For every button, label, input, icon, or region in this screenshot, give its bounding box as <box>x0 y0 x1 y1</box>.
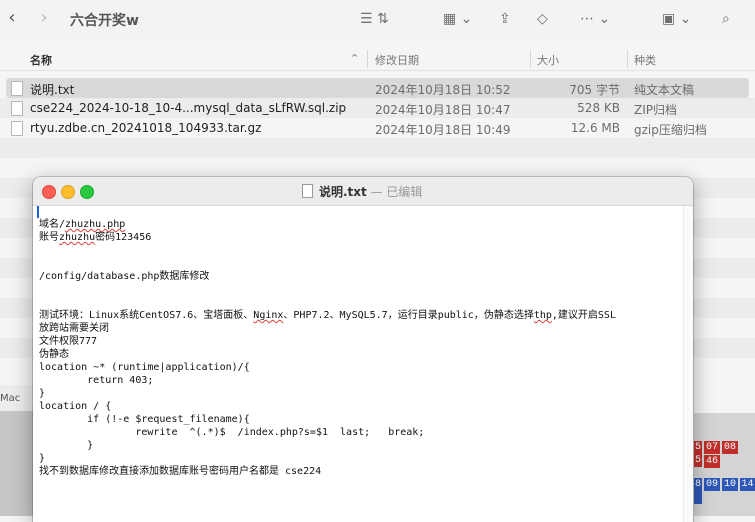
minimize-button[interactable] <box>61 185 75 199</box>
calendar-cell: 08 <box>722 441 738 454</box>
calendar-cell: 09 <box>704 478 720 491</box>
file-name: cse224_2024-10-18_10-4...mysql_data_sLfR… <box>30 101 347 115</box>
zip-file-icon <box>11 101 23 116</box>
file-row[interactable]: 说明.txt 2024年10月18日 10:52 705 字节 纯文本文稿 <box>6 78 749 98</box>
file-date: 2024年10月18日 10:47 <box>375 103 511 117</box>
column-size[interactable]: 大小 <box>537 52 559 68</box>
file-size: 12.6 MB <box>570 121 620 135</box>
column-date[interactable]: 修改日期 <box>375 52 419 68</box>
editor-text-area[interactable]: 域名/zhuzhu.php 账号zhuzhu密码123456 /config/d… <box>33 206 693 522</box>
archive-file-icon <box>11 121 23 136</box>
editor-scrollbar[interactable] <box>683 206 693 522</box>
close-button[interactable] <box>42 185 56 199</box>
text-caret <box>37 206 39 218</box>
empty-row <box>0 138 755 158</box>
file-size: 528 KB <box>577 101 620 115</box>
file-kind: ZIP归档 <box>634 103 677 117</box>
calendar-cell: 46 <box>704 455 720 468</box>
background-window <box>0 411 35 516</box>
editor-title-bar[interactable]: 说明.txt — 已编辑 <box>33 177 693 206</box>
file-row[interactable]: rtyu.zdbe.cn_20241018_104933.tar.gz 2024… <box>0 118 755 138</box>
forward-icon[interactable]: › <box>36 8 52 28</box>
document-icon <box>302 184 313 198</box>
storage-icon[interactable]: ▣ ⌄ <box>662 9 691 29</box>
tag-icon[interactable]: ◇ <box>537 9 548 29</box>
textedit-window: 说明.txt — 已编辑 域名/zhuzhu.php 账号zhuzhu密码123… <box>33 177 693 522</box>
finder-toolbar: ‹ › 六合开奖w ☰ ⇅ ▦ ⌄ ⇪ ◇ ⋯ ⌄ ▣ ⌄ ⌕ <box>0 0 755 38</box>
calendar-cell: 10 <box>722 478 738 491</box>
background-window-label: Mac <box>0 393 21 404</box>
file-size: 705 字节 <box>569 83 620 97</box>
file-kind: 纯文本文稿 <box>634 83 695 97</box>
background-window-tab[interactable]: Mac <box>0 385 35 411</box>
calendar-cell: 07 <box>704 441 720 454</box>
grid-view-icon[interactable]: ▦ ⌄ <box>443 9 472 29</box>
file-list: 说明.txt 2024年10月18日 10:52 705 字节 纯文本文稿 cs… <box>0 78 755 138</box>
column-name[interactable]: 名称 <box>30 52 52 68</box>
file-date: 2024年10月18日 10:49 <box>375 123 511 137</box>
column-header-bar: 名称 ⌃ 修改日期 大小 种类 <box>0 48 755 71</box>
file-name: rtyu.zdbe.cn_20241018_104933.tar.gz <box>30 121 262 135</box>
calendar-cell: 55 <box>694 441 702 467</box>
file-date: 2024年10月18日 10:52 <box>375 83 511 97</box>
calendar-cell: 14 <box>740 478 755 491</box>
back-icon[interactable]: ‹ <box>4 8 20 28</box>
zoom-button[interactable] <box>80 185 94 199</box>
document-text[interactable]: 域名/zhuzhu.php 账号zhuzhu密码123456 /config/d… <box>39 218 687 478</box>
file-kind: gzip压缩归档 <box>634 123 707 137</box>
more-icon[interactable]: ⋯ ⌄ <box>580 9 610 29</box>
search-icon[interactable]: ⌕ <box>722 9 730 29</box>
share-icon[interactable]: ⇪ <box>499 9 511 29</box>
sort-chevron-icon[interactable]: ⌃ <box>350 52 359 65</box>
folder-title: 六合开奖w <box>70 13 139 29</box>
background-calendar-window: 55 07 08 46 8 09 10 14 <box>694 385 755 516</box>
editor-title: 说明.txt — 已编辑 <box>319 185 423 199</box>
file-name: 说明.txt <box>30 83 75 97</box>
list-view-icon[interactable]: ☰ ⇅ <box>360 9 389 29</box>
text-file-icon <box>11 81 23 96</box>
calendar-cell: 8 <box>694 478 702 504</box>
file-row[interactable]: cse224_2024-10-18_10-4...mysql_data_sLfR… <box>0 98 755 118</box>
column-kind[interactable]: 种类 <box>634 52 656 68</box>
